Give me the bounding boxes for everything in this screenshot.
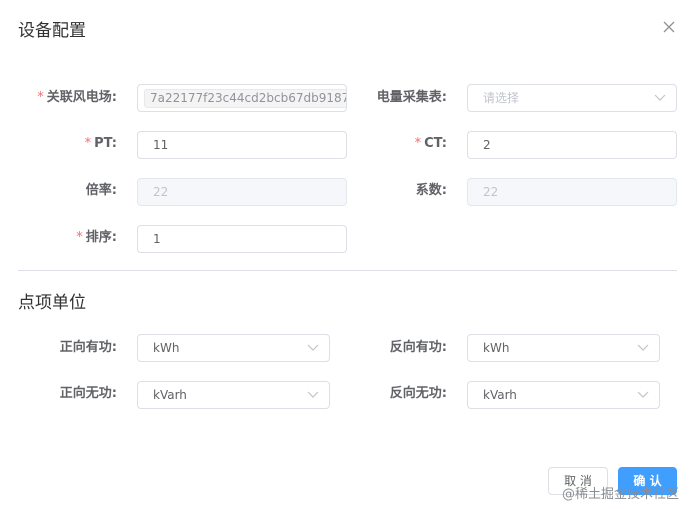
coefficient-input: 22 [467, 178, 677, 206]
chevron-down-icon [654, 93, 666, 103]
wind-farm-select[interactable]: 7a22177f23c44cd2bcb67db91879ce9f [137, 84, 347, 112]
reverse-active-select[interactable]: kWh [467, 334, 660, 362]
sort-input[interactable]: 1 [137, 225, 347, 253]
pt-input[interactable]: 11 [137, 131, 347, 159]
meter-select[interactable]: 请选择 [467, 84, 677, 112]
section-divider [18, 270, 677, 271]
ct-label: * CT: [414, 136, 447, 151]
meter-placeholder: 请选择 [483, 91, 520, 105]
forward-reactive-label: 正向无功: [59, 386, 117, 401]
ct-input[interactable]: 2 [467, 131, 677, 159]
close-icon[interactable] [660, 18, 678, 36]
wind-farm-tag: 7a22177f23c44cd2bcb67db91879ce9f [144, 89, 346, 108]
forward-active-label: 正向有功: [59, 340, 117, 355]
reverse-active-label: 反向有功: [389, 340, 447, 355]
pt-label: * PT: [84, 136, 117, 151]
sort-label: * 排序: [76, 230, 117, 245]
dialog-title: 设备配置 [18, 21, 86, 41]
coefficient-label: 系数: [415, 183, 447, 198]
ratio-label: 倍率: [85, 183, 117, 198]
chevron-down-icon [637, 390, 649, 400]
ratio-input: 22 [137, 178, 347, 206]
required-mark: * [37, 90, 44, 105]
device-config-dialog: 设备配置 *关联风电场: 7a22177f23c44cd2bcb67db9187… [0, 0, 697, 509]
reverse-reactive-label: 反向无功: [389, 386, 447, 401]
chevron-down-icon [637, 343, 649, 353]
watermark: @稀土掘金技术社区 [562, 487, 680, 502]
meter-label: 电量采集表: [376, 90, 447, 105]
forward-reactive-select[interactable]: kVarh [137, 381, 330, 409]
chevron-down-icon [307, 390, 319, 400]
reverse-reactive-select[interactable]: kVarh [467, 381, 660, 409]
chevron-down-icon [307, 343, 319, 353]
wind-farm-label: * 关联风电场: [37, 90, 117, 105]
units-section-title: 点项单位 [18, 293, 86, 313]
forward-active-select[interactable]: kWh [137, 334, 330, 362]
